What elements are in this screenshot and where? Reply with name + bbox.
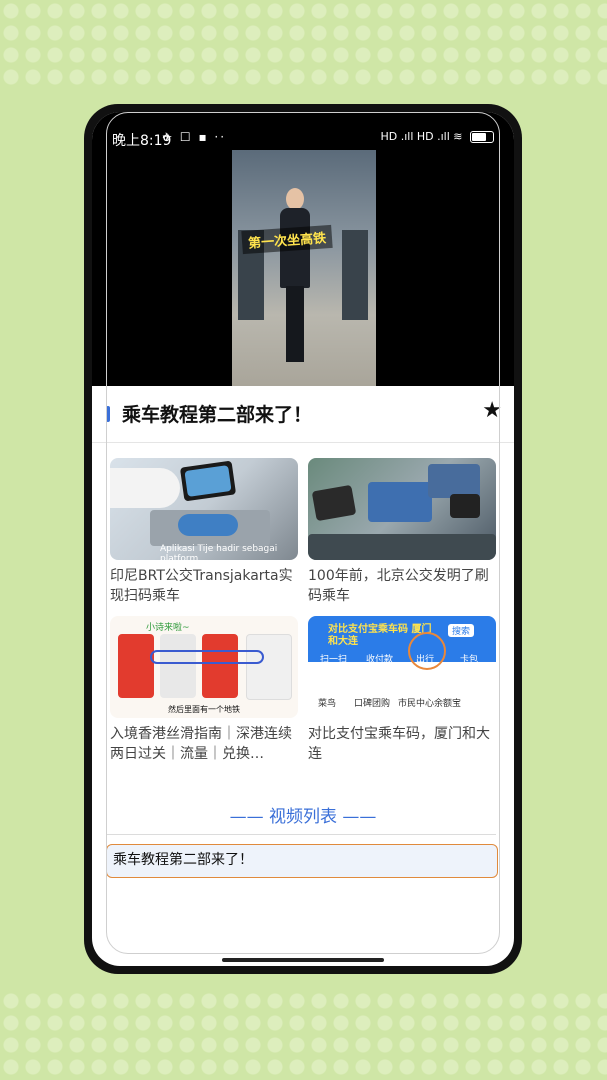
video-thumbnail: 小诗来啦~ 然后里面有一个地铁: [110, 616, 298, 718]
thumbnail-icon-label: 口碑团购: [354, 699, 391, 709]
ticket-gate: [342, 230, 368, 320]
thumbnail-icon-label: 收付款: [366, 655, 394, 665]
video-title-bar: 乘车教程第二部来了！ ★: [92, 386, 514, 443]
video-caption: 第一次坐高铁: [241, 224, 333, 255]
thumbnail-icon-label: 市民中心: [398, 699, 435, 709]
divider: [106, 834, 496, 835]
notification-icons: ✈ ☐ ▪ ··: [162, 130, 227, 144]
related-video-title: 印尼BRT公交Transjakarta实现扫码乘车: [110, 568, 293, 604]
battery-icon: [470, 131, 494, 143]
thumbnail-caption: 然后里面有一个地铁: [168, 705, 240, 714]
related-video-title: 100年前，北京公交发明了刷码乘车: [308, 568, 489, 604]
thumbnail-icon-label: 余额宝: [434, 699, 462, 709]
title-accent: [106, 406, 110, 422]
video-list-heading: —— 视频列表 ——: [229, 807, 377, 827]
video-thumbnail: Aplikasi Tije hadir sebagai platform: [110, 458, 298, 560]
video-person: [278, 188, 312, 364]
thumbnail-caption: Aplikasi Tije hadir sebagai platform: [160, 544, 278, 560]
video-thumbnail: [308, 458, 496, 560]
video-list-item[interactable]: 乘车教程第二部来了！: [106, 844, 498, 878]
thumbnail-search: 搜索: [448, 624, 475, 637]
related-video-card[interactable]: 对比支付宝乘车码 厦门和大连 搜索 扫一扫 收付款 出行 卡包 菜鸟 口碑团购 …: [308, 616, 496, 764]
related-video-card[interactable]: Aplikasi Tije hadir sebagai platform 印尼B…: [110, 458, 298, 606]
wifi-icon: ≋: [453, 130, 463, 143]
video-thumbnail: 对比支付宝乘车码 厦门和大连 搜索 扫一扫 收付款 出行 卡包 菜鸟 口碑团购 …: [308, 616, 496, 718]
background-pattern-bottom: [0, 990, 607, 1080]
thumbnail-icon-label: 扫一扫: [320, 655, 348, 665]
thumbnail-caption: 小诗来啦~: [146, 623, 190, 633]
video-frame: 第一次坐高铁: [232, 150, 376, 386]
phone-screen: 第一次坐高铁 晚上8:19 ✈ ☐ ▪ ·· HD .ıll HD .ıll ≋…: [92, 112, 514, 966]
home-indicator[interactable]: [222, 958, 384, 962]
video-title: 乘车教程第二部来了！: [122, 404, 313, 426]
signal-wifi-battery: HD .ıll HD .ıll ≋: [380, 130, 494, 143]
favorite-star-icon[interactable]: ★: [482, 398, 502, 423]
status-bar: 晚上8:19 ✈ ☐ ▪ ·· HD .ıll HD .ıll ≋: [92, 112, 514, 156]
related-video-card[interactable]: 小诗来啦~ 然后里面有一个地铁 入境香港丝滑指南｜深港连续两日过关｜流量｜兑换…: [110, 616, 298, 764]
thumbnail-icon-label: 菜鸟: [318, 699, 337, 709]
thumbnail-icon-label: 卡包: [460, 655, 479, 665]
related-video-title: 入境香港丝滑指南｜深港连续两日过关｜流量｜兑换…: [110, 726, 292, 762]
related-video-card[interactable]: 100年前，北京公交发明了刷码乘车: [308, 458, 496, 606]
signal-icon: HD .ıll HD .ıll: [380, 130, 450, 143]
phone-frame: 第一次坐高铁 晚上8:19 ✈ ☐ ▪ ·· HD .ıll HD .ıll ≋…: [84, 104, 522, 974]
background-pattern-top: [0, 0, 607, 90]
related-video-title: 对比支付宝乘车码，厦门和大连: [308, 726, 490, 762]
